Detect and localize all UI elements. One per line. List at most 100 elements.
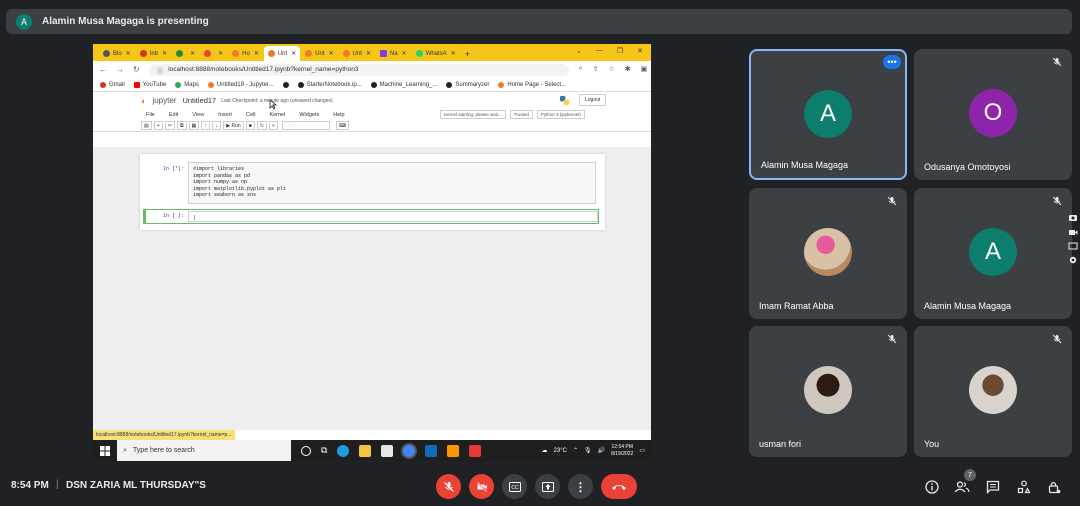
extensions-icon[interactable]: ✱ bbox=[625, 65, 631, 75]
forward-icon[interactable]: → bbox=[116, 65, 124, 74]
close-icon[interactable]: ✕ bbox=[329, 50, 334, 57]
browser-tab[interactable]: Ho ✕ bbox=[228, 46, 263, 61]
app-icon[interactable] bbox=[469, 444, 482, 457]
close-icon[interactable]: ✕ bbox=[254, 50, 259, 57]
menu-file[interactable]: File bbox=[146, 112, 155, 118]
browser-tab[interactable]: WhatsA ✕ bbox=[412, 46, 460, 61]
fast-forward-icon[interactable]: » bbox=[268, 121, 278, 130]
mic-toggle-button[interactable] bbox=[436, 474, 461, 499]
keyboard-icon[interactable]: ⌨ bbox=[335, 121, 350, 130]
store-icon[interactable] bbox=[381, 444, 394, 457]
sidepanel-icon[interactable]: ▣ bbox=[641, 65, 648, 75]
volume-icon[interactable]: 🔊 bbox=[598, 447, 605, 454]
cortana-icon[interactable] bbox=[301, 445, 311, 456]
cell-code-input[interactable]: | bbox=[188, 211, 598, 222]
layout-icon[interactable] bbox=[1068, 241, 1078, 251]
cell-code[interactable]: #import libraries import pandas as pd im… bbox=[188, 162, 596, 204]
bookmark-maps[interactable]: Maps bbox=[175, 81, 199, 88]
stop-icon[interactable]: ■ bbox=[245, 121, 255, 130]
bookmark-gmail[interactable]: Gmail bbox=[100, 81, 125, 88]
zoom-icon[interactable]: ⌕ bbox=[579, 65, 583, 75]
star-icon[interactable]: ☆ bbox=[609, 65, 615, 75]
restart-icon[interactable]: ↻ bbox=[256, 121, 267, 130]
bookmark-machine-learning[interactable]: Machine_Learning_... bbox=[370, 81, 437, 88]
new-tab-button[interactable]: + bbox=[461, 46, 474, 61]
close-icon[interactable]: ✕ bbox=[451, 50, 456, 57]
meeting-info-button[interactable] bbox=[923, 478, 941, 496]
close-icon[interactable]: ✕ bbox=[366, 50, 371, 57]
menu-edit[interactable]: Edit bbox=[169, 112, 178, 118]
browser-tab[interactable]: Na ✕ bbox=[376, 46, 411, 61]
bookmark-youtube[interactable]: YouTube bbox=[133, 81, 166, 88]
logout-button[interactable]: Logout bbox=[579, 94, 607, 106]
chat-button[interactable] bbox=[984, 478, 1002, 496]
leave-call-button[interactable] bbox=[601, 474, 637, 499]
menu-insert[interactable]: Insert bbox=[218, 112, 232, 118]
close-icon[interactable]: ✕ bbox=[190, 50, 195, 57]
close-icon[interactable]: ✕ bbox=[218, 50, 223, 57]
task-view-icon[interactable]: ⧉ bbox=[321, 445, 327, 456]
close-icon[interactable]: ✕ bbox=[162, 50, 167, 57]
camera-icon[interactable] bbox=[1068, 212, 1078, 222]
menu-view[interactable]: View bbox=[192, 112, 204, 118]
participant-tile[interactable]: ••• A Alamin Musa Magaga bbox=[749, 49, 907, 180]
host-controls-button[interactable] bbox=[1045, 478, 1063, 496]
participant-tile[interactable]: O Odusanya Omotoyosi bbox=[914, 49, 1072, 180]
participant-tile[interactable]: A Alamin Musa Magaga bbox=[914, 188, 1072, 319]
mail-icon[interactable] bbox=[425, 444, 438, 457]
browser-tab[interactable]: Inb ✕ bbox=[136, 46, 171, 61]
taskbar-clock[interactable]: 12:54 PM 8/19/2022 bbox=[611, 444, 633, 458]
minimize-icon[interactable]: — bbox=[596, 47, 603, 55]
paste-icon[interactable]: ▦ bbox=[188, 121, 200, 130]
participant-tile[interactable]: Imam Ramat Abba bbox=[749, 188, 907, 319]
gear-icon[interactable] bbox=[1068, 255, 1078, 265]
share-icon[interactable]: ⇪ bbox=[593, 65, 599, 75]
menu-kernel[interactable]: Kernel bbox=[269, 112, 285, 118]
browser-tab[interactable]: ✕ bbox=[200, 46, 227, 61]
browser-tab[interactable]: Blo ✕ bbox=[99, 46, 135, 61]
close-window-icon[interactable]: ✕ bbox=[637, 47, 643, 55]
bookmark-github[interactable] bbox=[282, 81, 289, 88]
more-options-icon[interactable]: ••• bbox=[883, 55, 901, 69]
camera-toggle-button[interactable] bbox=[469, 474, 494, 499]
microphone-icon[interactable]: 🎙 bbox=[584, 447, 592, 454]
run-button[interactable]: ▶ Run bbox=[223, 121, 244, 130]
move-down-icon[interactable]: ↓ bbox=[212, 121, 222, 130]
windows-start-icon[interactable] bbox=[93, 445, 117, 456]
temperature[interactable]: 23°C bbox=[554, 448, 567, 454]
chevron-down-icon[interactable]: ⌄ bbox=[576, 47, 582, 55]
close-icon[interactable]: ✕ bbox=[291, 50, 296, 57]
close-icon[interactable]: ✕ bbox=[402, 50, 407, 57]
chrome-icon[interactable] bbox=[403, 444, 416, 457]
url-field[interactable]: ⓘ localhost:8888/notebooks/Untitled17.ip… bbox=[148, 63, 569, 76]
browser-tab-active[interactable]: Unt ✕ bbox=[263, 46, 301, 61]
more-options-button[interactable]: ⋮ bbox=[568, 474, 593, 499]
copy-icon[interactable]: ⧉ bbox=[176, 121, 187, 130]
chevron-up-icon[interactable]: ⌃ bbox=[573, 447, 578, 454]
menu-help[interactable]: Help bbox=[333, 112, 344, 118]
participant-tile[interactable]: You bbox=[914, 326, 1072, 457]
cell-type-select[interactable]: Code ⌄ bbox=[281, 121, 330, 130]
reload-icon[interactable]: ↻ bbox=[133, 65, 140, 74]
browser-tab[interactable]: ✕ bbox=[172, 46, 199, 61]
bookmark-summaryzer[interactable]: Summaryzer bbox=[446, 81, 489, 88]
file-explorer-icon[interactable] bbox=[359, 444, 372, 457]
cut-icon[interactable]: ✂ bbox=[164, 121, 175, 130]
browser-tab[interactable]: Unt ✕ bbox=[339, 46, 375, 61]
trusted-badge[interactable]: Trusted bbox=[509, 110, 533, 119]
move-up-icon[interactable]: ↑ bbox=[201, 121, 211, 130]
notifications-icon[interactable]: ▭ bbox=[639, 447, 645, 454]
bookmark-untitled19[interactable]: Untitled19 - Jupyter... bbox=[207, 81, 274, 88]
activities-button[interactable] bbox=[1015, 478, 1033, 496]
active-code-cell[interactable]: In [ ]: | bbox=[143, 209, 599, 224]
browser-tab[interactable]: Unt ✕ bbox=[301, 46, 337, 61]
captions-button[interactable]: CC bbox=[502, 474, 527, 499]
menu-widgets[interactable]: Widgets bbox=[299, 112, 319, 118]
menu-cell[interactable]: Cell bbox=[246, 112, 255, 118]
back-icon[interactable]: ← bbox=[99, 65, 107, 74]
taskbar-search[interactable]: ⌕ Type here to search bbox=[117, 440, 291, 461]
sublime-icon[interactable] bbox=[447, 444, 460, 457]
add-cell-icon[interactable]: + bbox=[153, 121, 163, 130]
present-screen-button[interactable] bbox=[535, 474, 560, 499]
edge-icon[interactable] bbox=[337, 444, 350, 457]
